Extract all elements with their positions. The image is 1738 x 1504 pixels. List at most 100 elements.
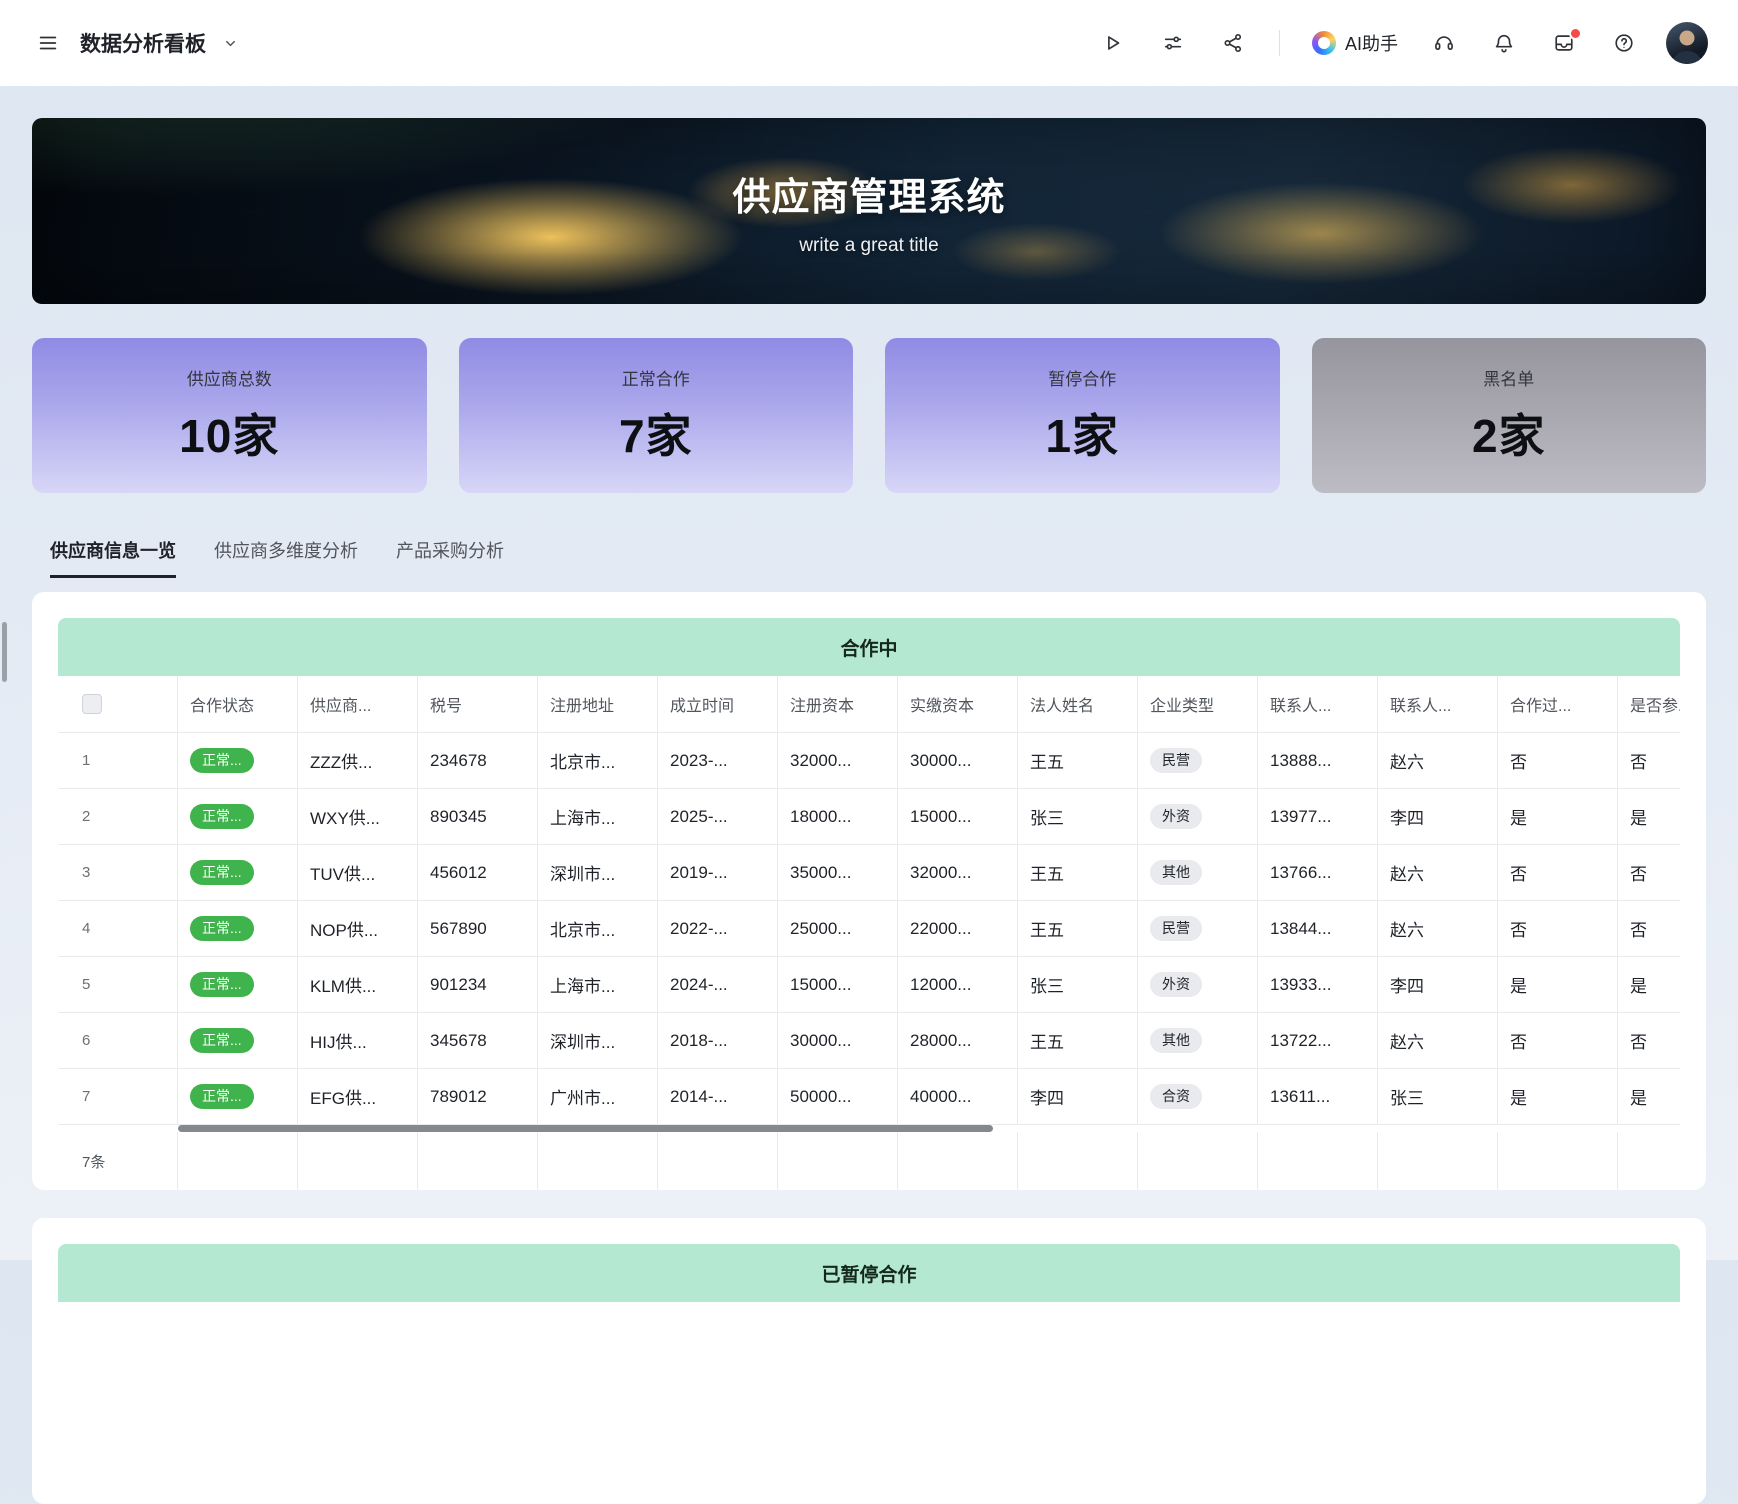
cell-paid_capital[interactable]: 40000... (898, 1069, 1018, 1124)
cell-legal_person[interactable]: 李四 (1018, 1069, 1138, 1124)
stat-card[interactable]: 供应商总数10家 (32, 338, 427, 493)
cell-company_type[interactable]: 外资 (1138, 789, 1258, 844)
page-title[interactable]: 数据分析看板 (80, 28, 206, 58)
cell-company_type[interactable]: 其他 (1138, 1013, 1258, 1068)
cell-coop_history[interactable]: 否 (1498, 901, 1618, 956)
cell-reg_capital[interactable]: 32000... (778, 733, 898, 788)
cell-founded[interactable]: 2019-... (658, 845, 778, 900)
menu-button[interactable] (30, 25, 66, 61)
column-header[interactable]: 合作过... (1498, 676, 1618, 732)
stat-card[interactable]: 黑名单2家 (1312, 338, 1707, 493)
cell-contact_phone[interactable]: 13766... (1258, 845, 1378, 900)
cell-legal_person[interactable]: 张三 (1018, 957, 1138, 1012)
cell-founded[interactable]: 2025-... (658, 789, 778, 844)
cell-reg_capital[interactable]: 30000... (778, 1013, 898, 1068)
column-header[interactable]: 法人姓名 (1018, 676, 1138, 732)
cell-reg_capital[interactable]: 18000... (778, 789, 898, 844)
cell-founded[interactable]: 2023-... (658, 733, 778, 788)
cell-participated[interactable]: 是 (1618, 957, 1680, 1012)
cell-company_type[interactable]: 合资 (1138, 1069, 1258, 1124)
vertical-scrollbar[interactable] (2, 622, 7, 682)
cell-coop_history[interactable]: 是 (1498, 1069, 1618, 1124)
cell-address[interactable]: 上海市... (538, 957, 658, 1012)
table-row[interactable]: 3正常...TUV供...456012深圳市...2019-...35000..… (58, 845, 1680, 901)
cell-participated[interactable]: 否 (1618, 1013, 1680, 1068)
column-header[interactable]: 税号 (418, 676, 538, 732)
cell-participated[interactable]: 是 (1618, 789, 1680, 844)
column-header[interactable]: 联系人... (1378, 676, 1498, 732)
cell-supplier[interactable]: EFG供... (298, 1069, 418, 1124)
cell-company_type[interactable]: 民营 (1138, 901, 1258, 956)
cell-paid_capital[interactable]: 12000... (898, 957, 1018, 1012)
cell-supplier[interactable]: ZZZ供... (298, 733, 418, 788)
column-header[interactable]: 合作状态 (178, 676, 298, 732)
column-header[interactable]: 注册地址 (538, 676, 658, 732)
cell-status[interactable]: 正常... (178, 789, 298, 844)
cell-address[interactable]: 上海市... (538, 789, 658, 844)
cell-tax_id[interactable]: 567890 (418, 901, 538, 956)
cell-paid_capital[interactable]: 15000... (898, 789, 1018, 844)
cell-status[interactable]: 正常... (178, 901, 298, 956)
cell-reg_capital[interactable]: 50000... (778, 1069, 898, 1124)
cell-coop_history[interactable]: 是 (1498, 789, 1618, 844)
cell-company_type[interactable]: 外资 (1138, 957, 1258, 1012)
cell-contact_phone[interactable]: 13888... (1258, 733, 1378, 788)
column-header[interactable]: 企业类型 (1138, 676, 1258, 732)
cell-address[interactable]: 深圳市... (538, 1013, 658, 1068)
cell-status[interactable]: 正常... (178, 957, 298, 1012)
cell-supplier[interactable]: HIJ供... (298, 1013, 418, 1068)
cell-contact_name[interactable]: 张三 (1378, 1069, 1498, 1124)
cell-address[interactable]: 深圳市... (538, 845, 658, 900)
cell-legal_person[interactable]: 王五 (1018, 733, 1138, 788)
title-dropdown-button[interactable] (220, 25, 240, 61)
cell-status[interactable]: 正常... (178, 733, 298, 788)
cell-paid_capital[interactable]: 32000... (898, 845, 1018, 900)
cell-contact_phone[interactable]: 13933... (1258, 957, 1378, 1012)
present-button[interactable] (1095, 25, 1131, 61)
cell-coop_history[interactable]: 是 (1498, 957, 1618, 1012)
table-row[interactable]: 5正常...KLM供...901234上海市...2024-...15000..… (58, 957, 1680, 1013)
inbox-button[interactable] (1546, 25, 1582, 61)
cell-tax_id[interactable]: 456012 (418, 845, 538, 900)
table-row[interactable]: 7正常...EFG供...789012广州市...2014-...50000..… (58, 1069, 1680, 1125)
avatar[interactable] (1666, 22, 1708, 64)
cell-tax_id[interactable]: 901234 (418, 957, 538, 1012)
cell-tax_id[interactable]: 345678 (418, 1013, 538, 1068)
cell-coop_history[interactable]: 否 (1498, 733, 1618, 788)
cell-paid_capital[interactable]: 22000... (898, 901, 1018, 956)
help-button[interactable] (1606, 25, 1642, 61)
cell-status[interactable]: 正常... (178, 845, 298, 900)
cell-address[interactable]: 北京市... (538, 733, 658, 788)
support-button[interactable] (1426, 25, 1462, 61)
cell-contact_name[interactable]: 赵六 (1378, 733, 1498, 788)
cell-company_type[interactable]: 民营 (1138, 733, 1258, 788)
cell-participated[interactable]: 否 (1618, 733, 1680, 788)
cell-founded[interactable]: 2024-... (658, 957, 778, 1012)
table-row[interactable]: 6正常...HIJ供...345678深圳市...2018-...30000..… (58, 1013, 1680, 1069)
column-header[interactable]: 实缴资本 (898, 676, 1018, 732)
cell-coop_history[interactable]: 否 (1498, 1013, 1618, 1068)
cell-legal_person[interactable]: 王五 (1018, 901, 1138, 956)
cell-participated[interactable]: 否 (1618, 901, 1680, 956)
cell-contact_name[interactable]: 赵六 (1378, 1013, 1498, 1068)
column-header[interactable]: 注册资本 (778, 676, 898, 732)
cell-legal_person[interactable]: 王五 (1018, 1013, 1138, 1068)
cell-status[interactable]: 正常... (178, 1013, 298, 1068)
cell-coop_history[interactable]: 否 (1498, 845, 1618, 900)
cell-legal_person[interactable]: 张三 (1018, 789, 1138, 844)
cell-status[interactable]: 正常... (178, 1069, 298, 1124)
settings-button[interactable] (1155, 25, 1191, 61)
cell-contact_phone[interactable]: 13722... (1258, 1013, 1378, 1068)
cell-reg_capital[interactable]: 25000... (778, 901, 898, 956)
tab[interactable]: 产品采购分析 (396, 537, 504, 578)
select-all-checkbox[interactable] (82, 694, 102, 714)
cell-paid_capital[interactable]: 30000... (898, 733, 1018, 788)
cell-supplier[interactable]: WXY供... (298, 789, 418, 844)
ai-assistant-button[interactable]: AI助手 (1308, 30, 1402, 56)
cell-supplier[interactable]: NOP供... (298, 901, 418, 956)
cell-tax_id[interactable]: 789012 (418, 1069, 538, 1124)
stat-card[interactable]: 正常合作7家 (459, 338, 854, 493)
cell-participated[interactable]: 否 (1618, 845, 1680, 900)
table-row[interactable]: 1正常...ZZZ供...234678北京市...2023-...32000..… (58, 733, 1680, 789)
column-header[interactable]: 成立时间 (658, 676, 778, 732)
